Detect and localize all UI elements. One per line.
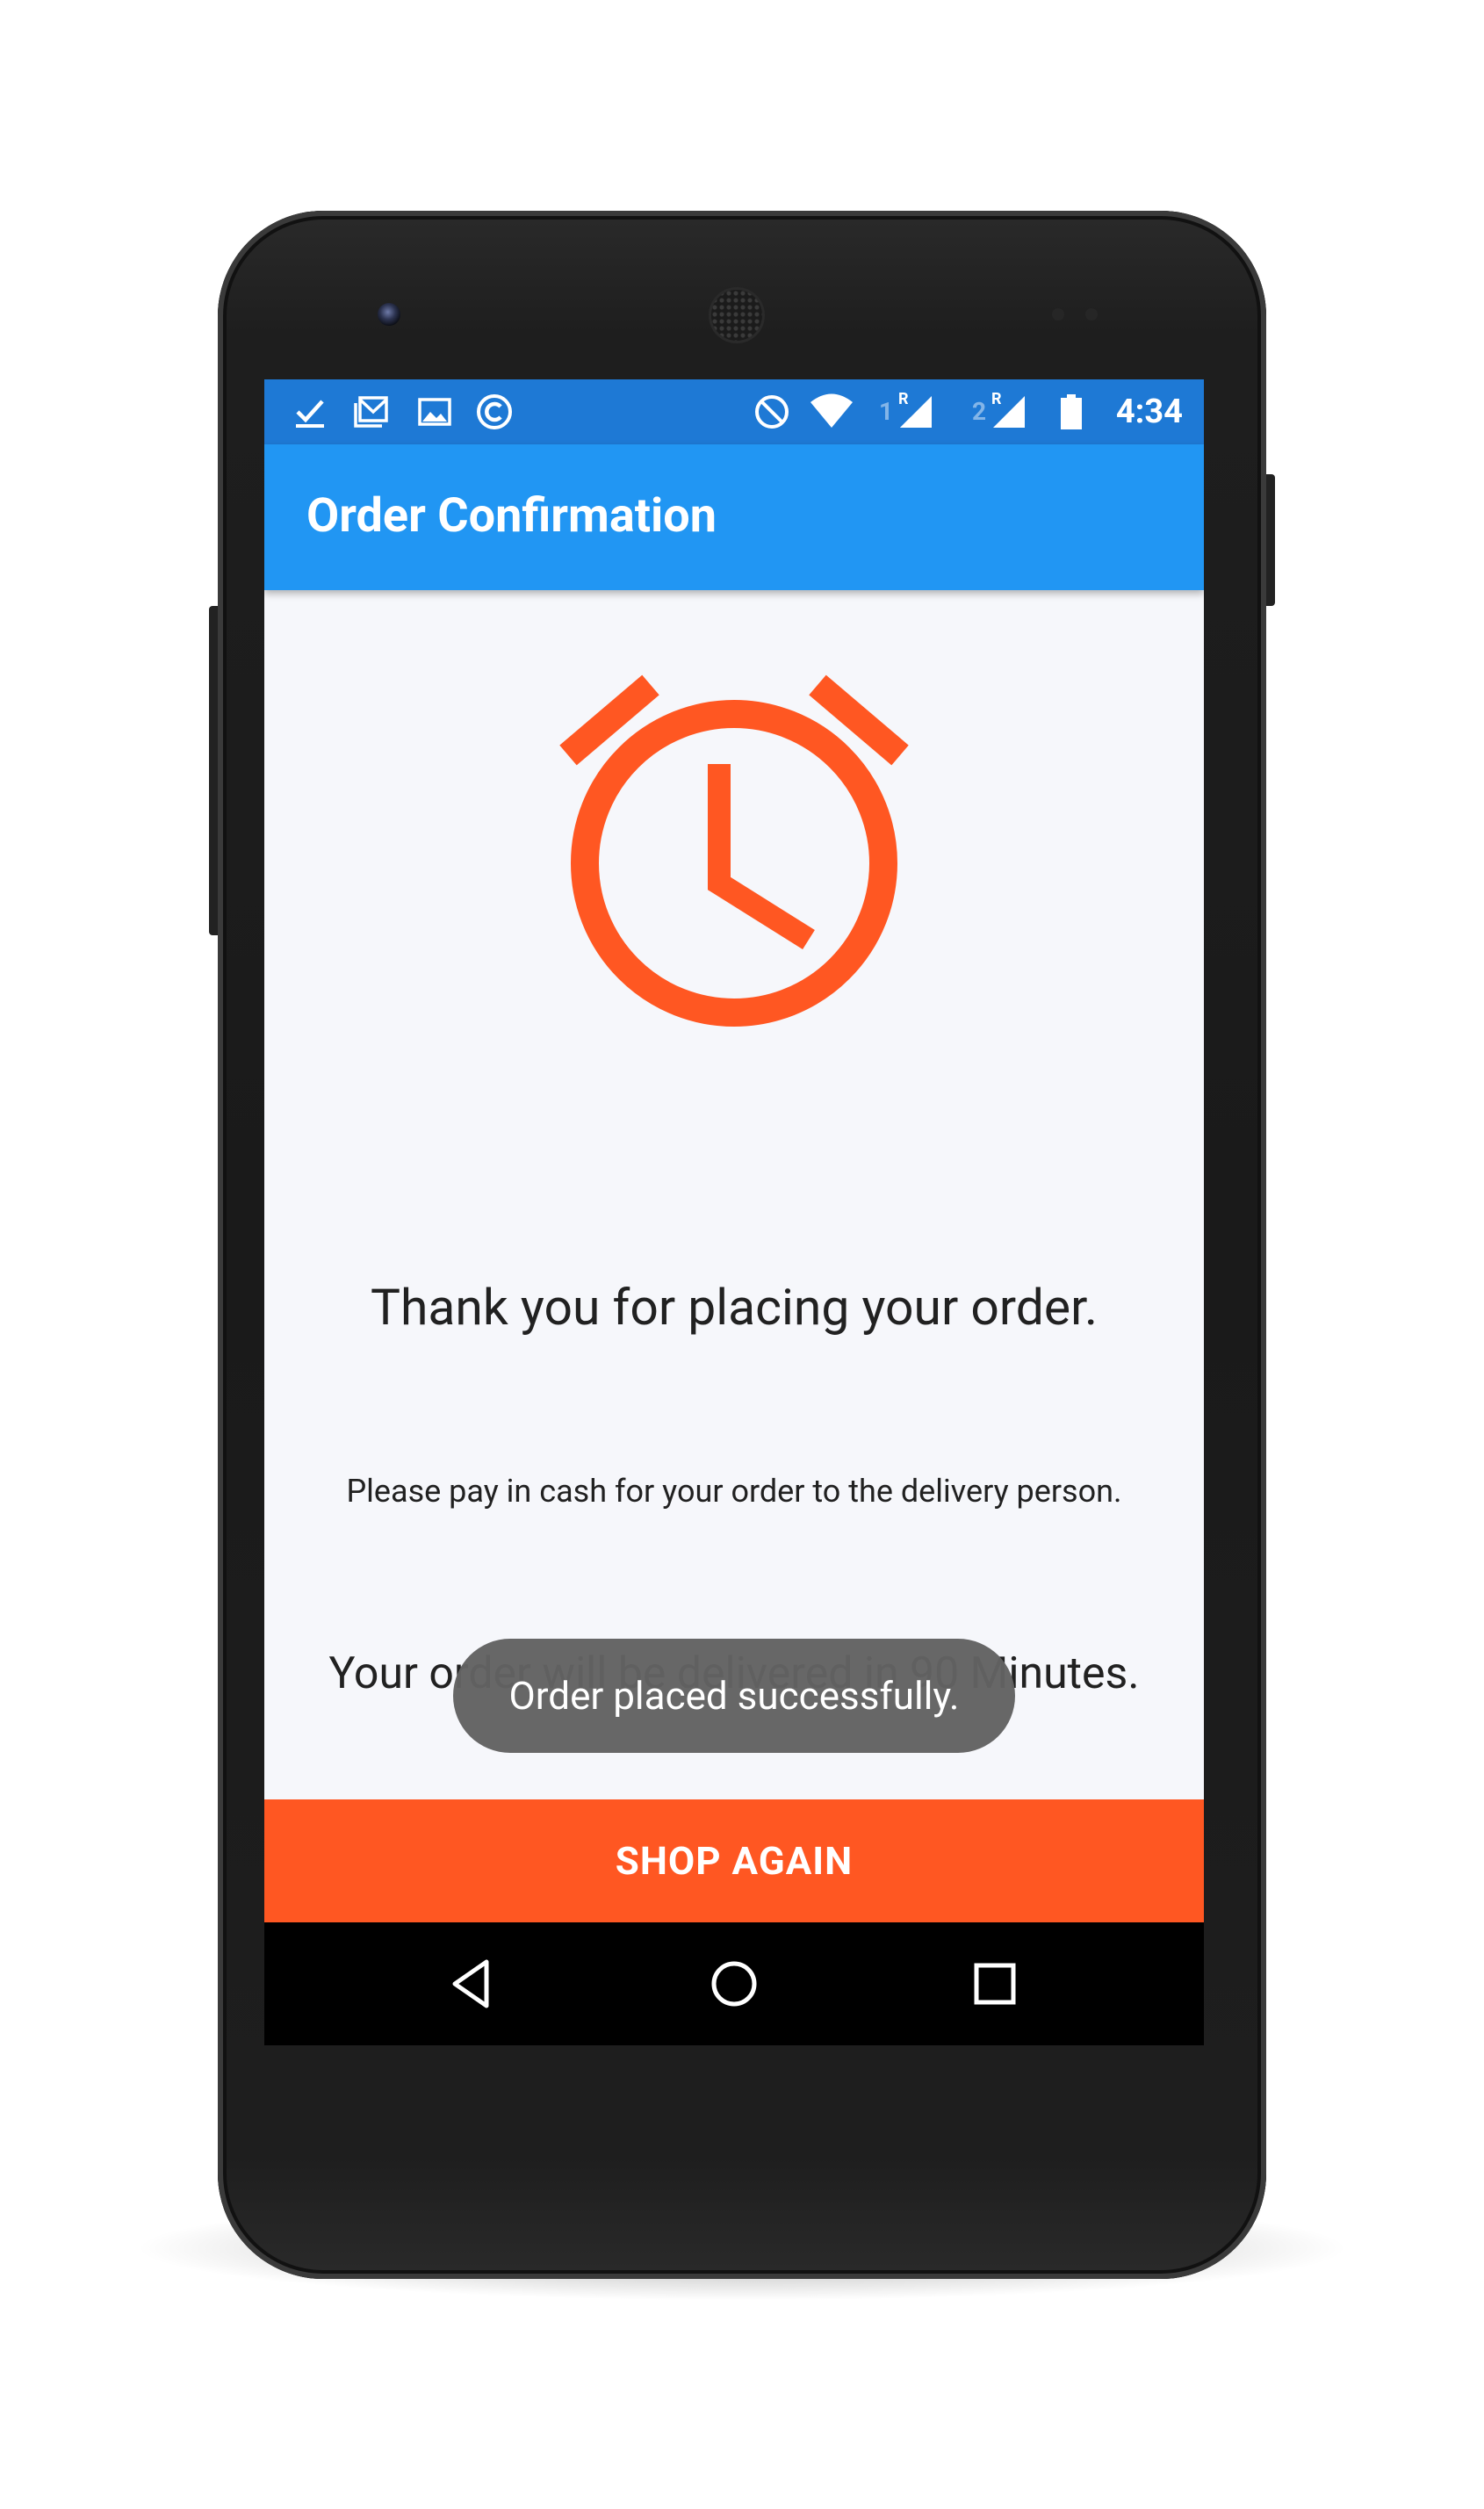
wifi-icon [809, 393, 854, 431]
toast-message: Order placed successfully. [453, 1639, 1015, 1753]
sim2-number: 2 [972, 397, 987, 426]
image-icon [415, 393, 454, 431]
alarm-clock-icon [554, 659, 914, 1027]
sim1-number: 1 [879, 397, 894, 426]
phone-screen: 1 R 2 R 4:34 Order Confirmation Thank yo… [264, 379, 1204, 2045]
shop-again-button[interactable]: SHOP AGAIN [264, 1799, 1204, 1922]
light-sensor [1085, 308, 1098, 321]
signal-sim2-roaming-icon [990, 393, 1028, 431]
status-time: 4:34 [1115, 393, 1183, 431]
order-confirmation-content: Thank you for placing your order. Please… [264, 590, 1204, 1799]
page-title: Order Confirmation [306, 488, 717, 544]
thank-you-message: Thank you for placing your order. [370, 1278, 1099, 1337]
front-camera [378, 303, 400, 326]
home-icon[interactable] [703, 1953, 765, 2015]
recents-icon[interactable] [964, 1953, 1026, 2015]
cast-c-icon [475, 393, 514, 431]
gmail-icon [352, 393, 391, 431]
battery-icon [1058, 393, 1084, 431]
status-bar: 1 R 2 R 4:34 [264, 379, 1204, 444]
signal-sim1-roaming-icon [897, 393, 935, 431]
app-bar: Order Confirmation [264, 444, 1204, 590]
navigation-bar [264, 1922, 1204, 2045]
earpiece-speaker [711, 290, 762, 341]
proximity-sensor [1052, 308, 1064, 321]
back-icon[interactable] [443, 1953, 504, 2015]
payment-note: Please pay in cash for your order to the… [346, 1473, 1122, 1510]
do-not-disturb-icon [753, 393, 791, 431]
checkmark-icon [291, 393, 329, 431]
